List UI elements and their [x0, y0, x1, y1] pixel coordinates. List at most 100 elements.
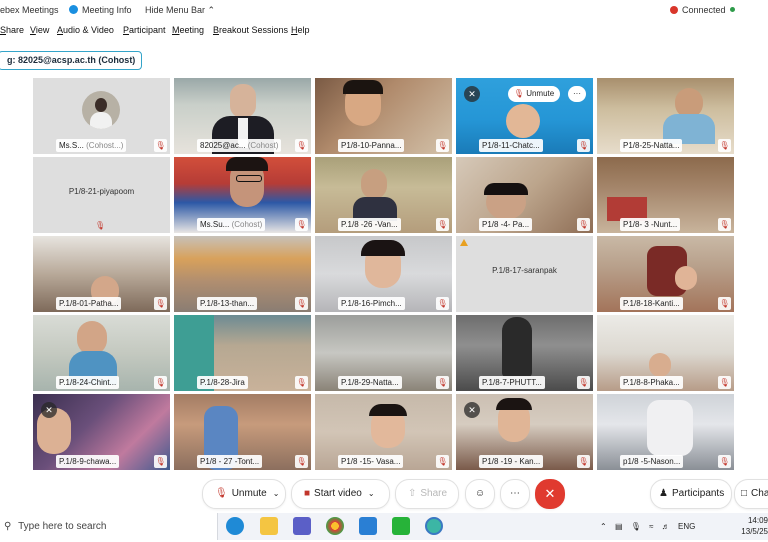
mic-muted-icon: 🎙 [436, 376, 449, 389]
mic-muted-icon: 🎙 [295, 376, 308, 389]
video-tile[interactable]: P.1/8-01-Patha... 🎙 [33, 236, 170, 312]
menu-share[interactable]: Share [0, 25, 24, 35]
participant-name: P1/8- 3 -Nunt... [620, 218, 681, 231]
chat-icon: □ [741, 488, 748, 499]
mic-muted-icon: 🎙 [577, 218, 590, 231]
unmute-button[interactable]: 🎙 Unmute ⌄ [202, 479, 286, 509]
chevron-down-icon[interactable]: ⌄ [273, 489, 280, 498]
mail-icon[interactable] [359, 517, 377, 535]
video-grid: Ms.S... (Cohost...) 🎙 82025@ac... (Cohos… [33, 78, 736, 473]
participant-name: P1/8 -4- Pa... [479, 218, 533, 231]
start-video-button[interactable]: ■ Start video ⌄ [291, 479, 390, 509]
video-tile[interactable]: P1/8 -15- Vasa... 🎙 [315, 394, 452, 470]
menu-help[interactable]: Help [291, 25, 310, 35]
participant-name: P1/8 - 27 -Tont... [197, 455, 263, 468]
more-options-button[interactable]: ··· [568, 86, 586, 102]
video-tile[interactable]: P1/8 -4- Pa... 🎙 [456, 157, 593, 233]
participant-name: P.1/8-24-Chint... [56, 376, 120, 389]
video-tile[interactable]: p1/8 -5-Nason... 🎙 [597, 394, 734, 470]
participant-name: P.1/8-9-chawa... [56, 455, 120, 468]
video-tile[interactable]: P.1/8 -26 -Van... 🎙 [315, 157, 452, 233]
menu-participant[interactable]: Participant [123, 25, 166, 35]
system-tray: ⌃ ▤ 🎙 ≈ ♬ ENG [600, 513, 695, 540]
mic-icon[interactable]: 🎙 [631, 522, 641, 531]
mic-muted-icon: 🎙 [295, 139, 308, 152]
mute-toggle-icon[interactable]: ✕ [464, 402, 480, 418]
menu-bar: Share View Audio & Video Participant Mee… [0, 20, 768, 40]
participant-name: P.1/8-7-PHUTT... [479, 376, 545, 389]
meeting-info-button[interactable]: Meeting Info [69, 5, 132, 15]
video-tile[interactable]: P.1/8-16-Pimch... 🎙 [315, 236, 452, 312]
video-tile[interactable]: P.1/8-18-Kanti... 🎙 [597, 236, 734, 312]
video-tile[interactable]: P.1/8-13-than... 🎙 [174, 236, 311, 312]
video-tile[interactable]: P.1/8-7-PHUTT... 🎙 [456, 315, 593, 391]
participant-name: P.1/8-18-Kanti... [620, 297, 683, 310]
more-button[interactable]: ⋯ [500, 479, 530, 509]
video-tile[interactable]: ✕ P.1/8-9-chawa... 🎙 [33, 394, 170, 470]
chevron-up-icon: ⌃ [207, 5, 216, 15]
wifi-icon[interactable]: ≈ [649, 522, 653, 531]
video-tile[interactable]: P.1/8-28-Jira 🎙 [174, 315, 311, 391]
volume-icon[interactable]: ♬ [662, 522, 670, 531]
participants-button[interactable]: ♟ Participants [650, 479, 732, 509]
unmute-participant-button[interactable]: 🎙 Unmute [508, 86, 560, 102]
chevron-up-icon[interactable]: ⌃ [600, 522, 607, 531]
mic-muted-icon: 🎙 [436, 218, 449, 231]
mute-toggle-icon[interactable]: ✕ [41, 402, 57, 418]
video-tile[interactable]: Ms.Su... (Cohost) 🎙 [174, 157, 311, 233]
video-tile[interactable]: P.1/8-29-Natta... 🎙 [315, 315, 452, 391]
share-button[interactable]: ⇧ Share [395, 479, 459, 509]
participant-name: P1/8-10-Panna... [338, 139, 405, 152]
person-icon: ♟ [659, 488, 668, 499]
chrome-icon[interactable] [326, 517, 344, 535]
video-tile[interactable]: P.1/8-24-Chint... 🎙 [33, 315, 170, 391]
edge-browser-icon[interactable] [226, 517, 244, 535]
network-icon[interactable]: ▤ [615, 522, 623, 531]
video-tile[interactable]: P1/8-21-piyapoom 🎙 [33, 157, 170, 233]
video-tile[interactable]: ✕ 🎙 Unmute ··· P1/8-11-Chatc... 🎙 [456, 78, 593, 154]
language-indicator[interactable]: ENG [678, 522, 695, 531]
active-speaker-indicator: g: 82025@acsp.ac.th (Cohost) [0, 51, 143, 70]
webex-icon[interactable] [425, 517, 443, 535]
mic-muted-icon: 🎙 [718, 455, 731, 468]
participant-name: P.1/8-8-Phaka... [620, 376, 683, 389]
menu-audio-video[interactable]: Audio & Video [57, 25, 114, 35]
video-tile[interactable]: ✕ P1/8 -19 - Kan... 🎙 [456, 394, 593, 470]
windows-taskbar: ⚲ Type here to search ⌃ ▤ 🎙 ≈ ♬ ENG 14:0… [0, 513, 768, 540]
taskbar-search-input[interactable]: ⚲ Type here to search [0, 513, 218, 540]
file-explorer-icon[interactable] [260, 517, 278, 535]
mic-muted-icon: 🎙 [577, 455, 590, 468]
leave-meeting-button[interactable]: ✕ [535, 479, 565, 509]
participant-name: Ms.Su... (Cohost) [197, 218, 266, 231]
video-tile[interactable]: P.1/8-17-saranpak [456, 236, 593, 312]
video-tile[interactable]: Ms.S... (Cohost...) 🎙 [33, 78, 170, 154]
video-tile-active-speaker[interactable]: 82025@ac... (Cohost) 🎙 [174, 78, 311, 154]
connection-status: Connected [670, 5, 735, 15]
video-tile[interactable]: P1/8-10-Panna... 🎙 [315, 78, 452, 154]
chevron-down-icon[interactable]: ⌄ [368, 489, 375, 498]
mic-muted-icon: 🎙 [154, 455, 167, 468]
participant-name: P.1/8-29-Natta... [338, 376, 402, 389]
line-app-icon[interactable] [392, 517, 410, 535]
video-tile[interactable]: P1/8 - 27 -Tont... 🎙 [174, 394, 311, 470]
video-tile[interactable]: P.1/8-8-Phaka... 🎙 [597, 315, 734, 391]
meeting-controls: 🎙 Unmute ⌄ ■ Start video ⌄ ⇧ Share ☺ ⋯ ✕ ♟ Par… [0, 476, 768, 512]
share-icon: ⇧ [408, 488, 417, 499]
reactions-button[interactable]: ☺ [465, 479, 495, 509]
store-icon[interactable] [293, 517, 311, 535]
menu-meeting[interactable]: Meeting [172, 25, 204, 35]
video-tile[interactable]: P1/8-25-Natta... 🎙 [597, 78, 734, 154]
participant-name: P.1/8-16-Pimch... [338, 297, 405, 310]
hide-menu-bar-button[interactable]: Hide Menu Bar ⌃ [145, 5, 215, 16]
video-tile[interactable]: P1/8- 3 -Nunt... 🎙 [597, 157, 734, 233]
mic-muted-icon: 🎙 [154, 297, 167, 310]
mute-toggle-icon[interactable]: ✕ [464, 86, 480, 102]
chat-button[interactable]: □ Cha [734, 479, 768, 509]
menu-breakout-sessions[interactable]: Breakout Sessions [213, 25, 288, 35]
connected-dot-icon [729, 7, 735, 12]
mic-muted-icon: 🎙 [436, 455, 449, 468]
clock[interactable]: 14:09 13/5/25 [740, 515, 768, 542]
close-icon: ✕ [544, 486, 556, 501]
menu-view[interactable]: View [30, 25, 49, 35]
mic-muted-icon: 🎙 [295, 455, 308, 468]
